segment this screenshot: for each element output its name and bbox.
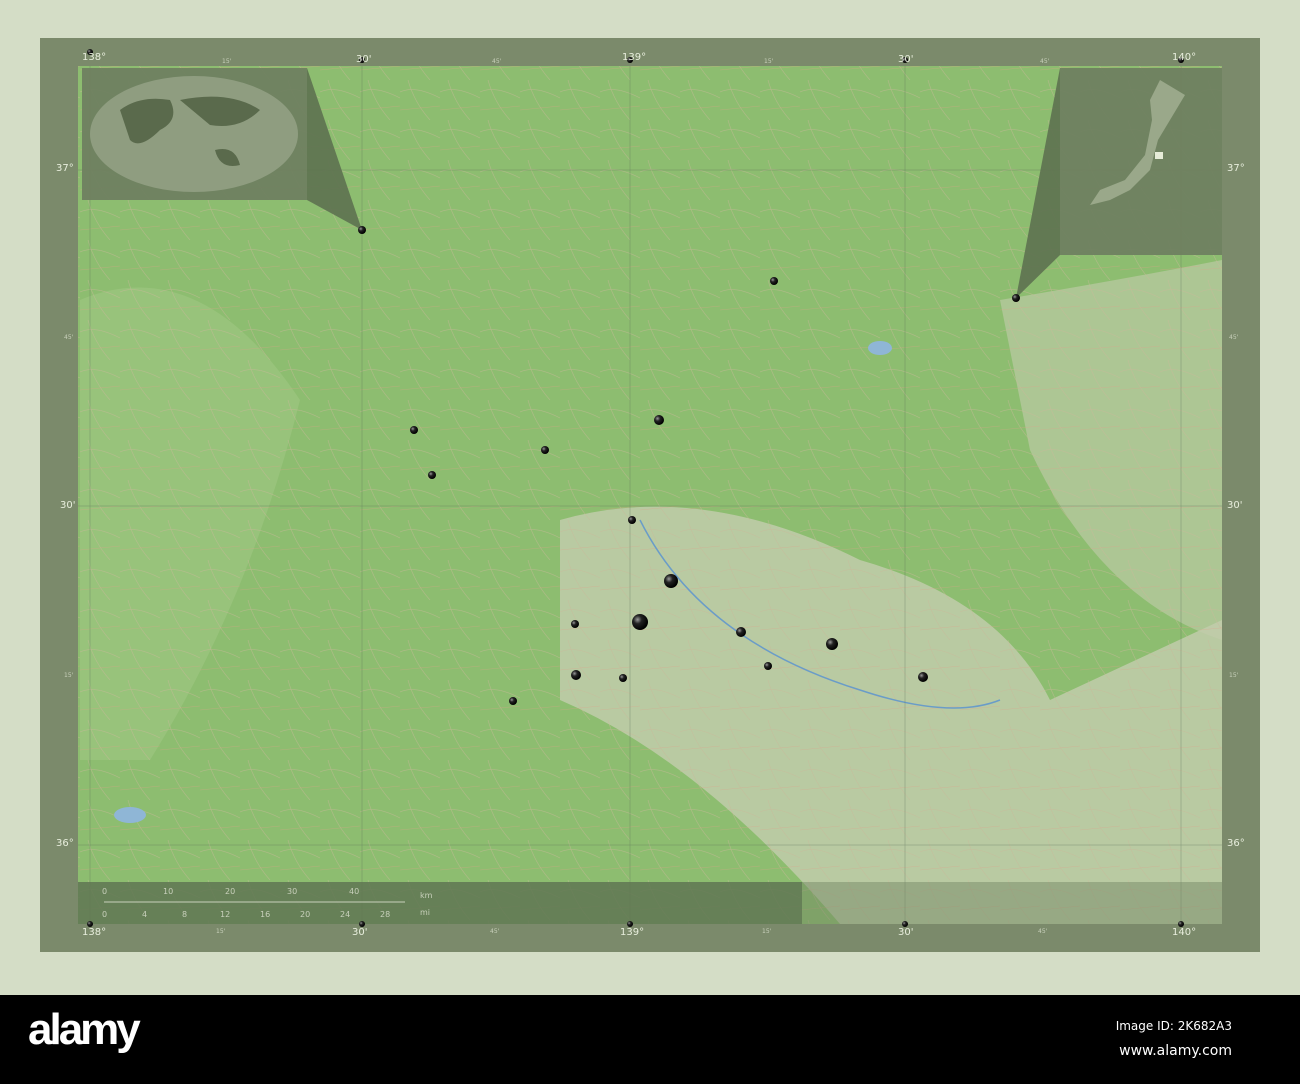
scale-mi-tick: 8: [182, 910, 188, 919]
lat-label: 15': [64, 672, 74, 679]
lat-label-right: 15': [1229, 672, 1239, 679]
scale-mi-tick: 20: [300, 910, 311, 919]
scale-mi-tick: 24: [340, 910, 351, 919]
watermark-banner: alamy Image ID: 2K682A3 www.alamy.com: [0, 995, 1300, 1084]
scale-mi-tick: 16: [260, 910, 271, 919]
settlement-marker: [628, 516, 636, 524]
lat-label-right: 36°: [1227, 838, 1245, 849]
lat-label: 45': [64, 334, 74, 341]
settlement-marker: [358, 226, 366, 234]
lon-label-bottom: 30': [898, 927, 914, 938]
lon-label: 138°: [82, 52, 107, 63]
alamy-logo: alamy: [28, 1005, 141, 1054]
lon-label-bottom: 138°: [82, 927, 107, 938]
lon-label-bottom: 15': [216, 928, 226, 935]
lon-label: 30': [356, 54, 372, 65]
lat-label: 30': [60, 500, 76, 511]
scale-km-tick: 0: [102, 887, 108, 896]
lon-label: 45': [492, 58, 502, 65]
settlement-marker: [571, 620, 579, 628]
scale-km-tick: 30: [287, 887, 298, 896]
settlement-marker: [632, 614, 648, 630]
lon-label: 140°: [1172, 52, 1197, 63]
settlement-marker: [509, 697, 517, 705]
lat-label-right: 37°: [1227, 163, 1245, 174]
website: www.alamy.com: [1119, 1043, 1232, 1059]
settlement-marker: [1012, 294, 1020, 302]
region-highlight: [1155, 152, 1163, 159]
settlement-marker: [826, 638, 838, 650]
lon-label: 139°: [622, 52, 647, 63]
lon-label-bottom: 15': [762, 928, 772, 935]
lat-label-right: 45': [1229, 334, 1239, 341]
lat-label: 36°: [56, 838, 74, 849]
lon-label: 15': [764, 58, 774, 65]
scale-km-tick: 10: [163, 887, 174, 896]
lat-label: 37°: [56, 163, 74, 174]
lon-label-bottom: 140°: [1172, 927, 1197, 938]
map-canvas: [78, 49, 1222, 927]
scale-km-tick: 40: [349, 887, 360, 896]
lat-label-right: 30': [1227, 500, 1243, 511]
settlement-marker: [428, 471, 436, 479]
settlement-marker: [571, 670, 581, 680]
scale-bar-panel-right: [802, 882, 1222, 924]
lon-label-bottom: 45': [1038, 928, 1048, 935]
settlement-marker: [736, 627, 746, 637]
lon-label-bottom: 45': [490, 928, 500, 935]
lake: [114, 807, 146, 823]
settlement-marker: [619, 674, 627, 682]
lon-label: 15': [222, 58, 232, 65]
scale-mi-tick: 0: [102, 910, 108, 919]
settlement-marker: [664, 574, 678, 588]
scale-mi-unit: mi: [420, 908, 431, 917]
settlement-marker: [654, 415, 664, 425]
settlement-marker: [541, 446, 549, 454]
scale-mi-tick: 12: [220, 910, 231, 919]
lon-label-bottom: 30': [352, 927, 368, 938]
settlement-marker: [918, 672, 928, 682]
lon-label: 30': [898, 54, 914, 65]
lon-label: 45': [1040, 58, 1050, 65]
scale-mi-tick: 4: [142, 910, 148, 919]
image-id: Image ID: 2K682A3: [1115, 1019, 1232, 1033]
lake: [868, 341, 892, 355]
lon-label-bottom: 139°: [620, 927, 645, 938]
settlement-marker: [764, 662, 772, 670]
scale-km-tick: 20: [225, 887, 236, 896]
settlement-marker: [410, 426, 418, 434]
settlement-marker: [770, 277, 778, 285]
world-globe: [90, 76, 298, 192]
scale-mi-tick: 28: [380, 910, 391, 919]
scale-km-unit: km: [420, 891, 433, 900]
